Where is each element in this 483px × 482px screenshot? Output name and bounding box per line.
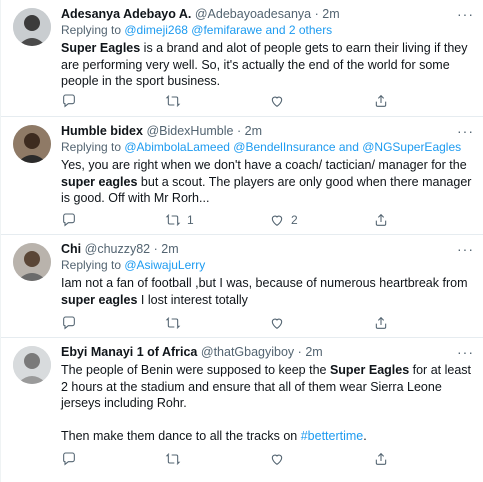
share-button[interactable]: [373, 450, 389, 468]
tweet-text: Iam not a fan of football ,but I was, be…: [61, 275, 472, 308]
tweet-text: The people of Benin were supposed to kee…: [61, 362, 472, 412]
share-button[interactable]: [373, 211, 389, 229]
timestamp[interactable]: 2m: [161, 242, 178, 256]
like-button[interactable]: [269, 92, 291, 110]
more-icon[interactable]: ···: [457, 123, 474, 139]
display-name[interactable]: Ebyi Manayi 1 of Africa: [61, 345, 197, 359]
reply-mention-link[interactable]: @femifarawe and 2 others: [191, 23, 332, 37]
tweet-actions: [61, 450, 461, 468]
like-icon: [271, 215, 283, 226]
timestamp[interactable]: 2m: [305, 345, 322, 359]
reply-button[interactable]: [61, 92, 77, 110]
separator-dot: ·: [297, 345, 302, 359]
avatar[interactable]: [13, 8, 51, 46]
timestamp[interactable]: 2m: [245, 124, 262, 138]
replying-to: Replying to @AbimbolaLameed @BendelInsur…: [61, 139, 472, 155]
retweet-count: 1: [187, 213, 194, 227]
more-icon[interactable]: ···: [457, 344, 474, 360]
tweet-3[interactable]: Chi @chuzzy82 · 2m Replying to @AsiwajuL…: [1, 235, 483, 338]
like-icon: [271, 318, 283, 329]
like-icon: [271, 454, 283, 465]
share-icon: [375, 452, 387, 465]
tweet-actions: [61, 92, 461, 110]
text-segment: .: [363, 428, 367, 443]
like-icon: [271, 96, 283, 107]
reply-icon: [63, 213, 75, 227]
reply-icon: [63, 452, 75, 466]
tweet-actions: 1 2: [61, 211, 461, 229]
reply-mention-link[interactable]: @AbimbolaLameed: [124, 140, 230, 154]
share-icon: [375, 213, 387, 226]
reply-icon: [63, 316, 75, 330]
tweet-text: Yes, you are right when we don't have a …: [61, 157, 472, 207]
user-handle[interactable]: @Adebayoadesanya: [195, 7, 311, 21]
display-name[interactable]: Humble bidex: [61, 124, 143, 138]
tweet-2[interactable]: Humble bidex @BidexHumble · 2m Replying …: [1, 117, 483, 235]
user-handle[interactable]: @chuzzy82: [85, 242, 151, 256]
text-segment: The people of Benin were supposed to kee…: [61, 363, 330, 377]
tweet-text: Super Eagles is a brand and alot of peop…: [61, 40, 472, 90]
separator-dot: ·: [236, 124, 242, 138]
replying-to-label: Replying to: [61, 258, 125, 272]
user-handle[interactable]: @BidexHumble: [146, 124, 233, 138]
highlighted-keyword: Super Eagles: [329, 363, 410, 377]
replying-to-label: Replying to: [61, 23, 125, 37]
retweet-button[interactable]: [165, 92, 187, 110]
share-button[interactable]: [373, 92, 389, 110]
share-icon: [375, 94, 387, 107]
separator-dot: ·: [153, 242, 158, 256]
reply-mention-link[interactable]: @BendelInsurance and @NGSuperEagles: [233, 140, 461, 154]
avatar[interactable]: [13, 346, 51, 384]
display-name[interactable]: Adesanya Adebayo A.: [61, 7, 191, 21]
replying-to-label: Replying to: [61, 140, 125, 154]
retweet-button[interactable]: [165, 450, 187, 468]
highlighted-keyword: Super Eagles: [61, 41, 141, 55]
retweet-icon: [165, 214, 181, 226]
retweet-button[interactable]: 1: [165, 211, 194, 229]
highlighted-keyword: super eagles: [61, 292, 138, 307]
text-segment: Iam not a fan of football ,but I was, be…: [61, 276, 468, 290]
more-icon[interactable]: ···: [457, 241, 474, 257]
tweet-4[interactable]: Ebyi Manayi 1 of Africa @thatGbagyiboy ·…: [1, 338, 483, 482]
timestamp[interactable]: 2m: [322, 7, 339, 21]
separator-dot: ·: [314, 7, 319, 21]
like-button[interactable]: [269, 314, 291, 332]
retweet-button[interactable]: [165, 314, 187, 332]
avatar[interactable]: [13, 243, 51, 281]
replying-to: Replying to @dimeji268 @femifarawe and 2…: [61, 22, 472, 38]
user-handle[interactable]: @thatGbagyiboy: [201, 345, 294, 359]
like-count: 2: [291, 213, 298, 227]
reply-button[interactable]: [61, 211, 77, 229]
like-button[interactable]: 2: [269, 211, 298, 229]
share-button[interactable]: [373, 314, 389, 332]
replying-to: Replying to @AsiwajuLerry: [61, 257, 472, 273]
tweet-feed: Adesanya Adebayo A. @Adebayoadesanya · 2…: [0, 0, 483, 482]
text-segment: I lost interest totally: [137, 292, 248, 307]
retweet-icon: [165, 453, 181, 465]
tweet-1[interactable]: Adesanya Adebayo A. @Adebayoadesanya · 2…: [1, 0, 483, 117]
retweet-icon: [165, 95, 181, 107]
more-icon[interactable]: ···: [457, 6, 474, 22]
retweet-icon: [165, 317, 181, 329]
reply-mention-link[interactable]: @AsiwajuLerry: [124, 258, 205, 272]
display-name[interactable]: Chi: [61, 242, 81, 256]
tweet-text-paragraph-2: Then make them dance to all the tracks o…: [61, 428, 472, 445]
hashtag-link[interactable]: #bettertime: [301, 429, 364, 443]
share-icon: [375, 316, 387, 329]
like-button[interactable]: [269, 450, 291, 468]
reply-mention-link[interactable]: @dimeji268: [124, 23, 188, 37]
avatar[interactable]: [13, 125, 51, 163]
text-segment: Then make them dance to all the tracks o…: [61, 428, 301, 443]
reply-icon: [63, 94, 75, 108]
highlighted-keyword: super eagles: [61, 174, 138, 189]
reply-button[interactable]: [61, 314, 77, 332]
tweet-actions: [61, 314, 461, 332]
reply-button[interactable]: [61, 450, 77, 468]
text-segment: Yes, you are right when we don't have a …: [61, 158, 467, 172]
